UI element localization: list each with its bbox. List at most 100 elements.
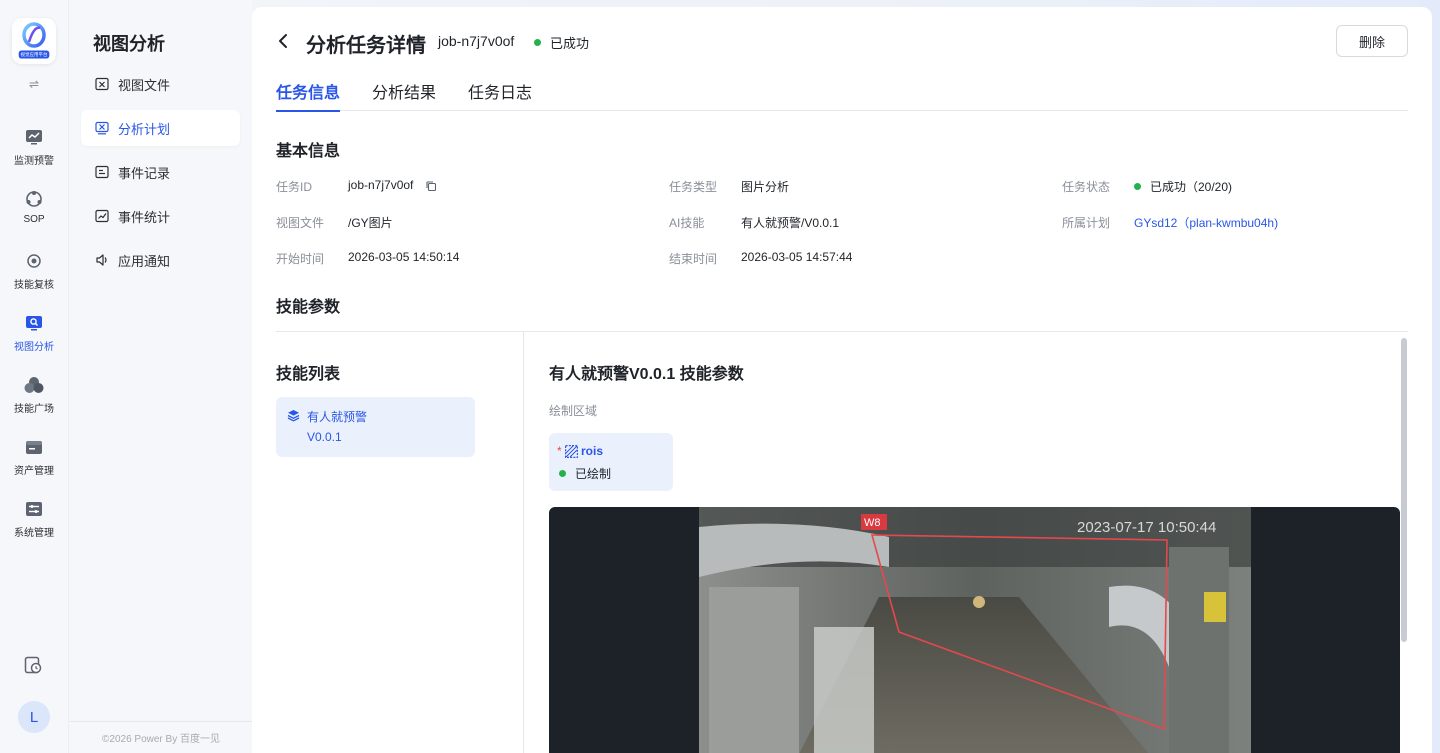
subnav-item-event-stats[interactable]: 事件统计 xyxy=(81,198,240,234)
skill-list-title: 技能列表 xyxy=(276,366,341,383)
ai-skill-label: AI技能 xyxy=(669,216,705,230)
task-type-value: 图片分析 xyxy=(741,180,790,194)
speaker-icon xyxy=(94,252,110,268)
success-dot-icon xyxy=(534,39,541,46)
start-time-label: 开始时间 xyxy=(276,252,325,266)
monitor-chart-icon xyxy=(24,127,44,147)
back-chevron-icon[interactable] xyxy=(276,31,292,51)
logo-text: 视觉应用平台 xyxy=(18,50,50,59)
roi-status-text: 已绘制 xyxy=(575,467,612,481)
rail-item-label: 技能复核 xyxy=(14,280,54,291)
draw-area-label: 绘制区域 xyxy=(549,404,598,418)
rail-item-label: 系统管理 xyxy=(14,528,54,539)
roi-name: rois xyxy=(581,444,604,458)
rail-item-asset[interactable]: 资产管理 xyxy=(0,437,68,477)
record-icon xyxy=(94,164,110,180)
task-status-value: 已成功（20/20) xyxy=(1134,178,1232,195)
subnav-title: 视图分析 xyxy=(93,34,165,54)
roi-card[interactable]: * rois 已绘制 xyxy=(549,433,673,491)
skill-name: 有人就预警 xyxy=(307,410,368,424)
roi-status: 已绘制 xyxy=(559,465,611,482)
asset-icon xyxy=(24,437,44,457)
rail-item-skill-plaza[interactable]: 技能广场 xyxy=(0,375,68,415)
logo-mark-icon xyxy=(22,22,46,48)
header-status: 已成功 xyxy=(534,33,589,52)
scrollbar-thumb[interactable] xyxy=(1401,338,1407,642)
rail-item-sop[interactable]: SOP xyxy=(0,189,68,225)
plan-icon xyxy=(94,120,110,136)
subnav-item-label: 事件统计 xyxy=(118,209,171,225)
skill-plaza-icon xyxy=(24,375,44,395)
subnav-item-app-notify[interactable]: 应用通知 xyxy=(81,242,240,278)
plan-label: 所属计划 xyxy=(1062,216,1111,230)
factory-scene-image: W8 2023-07-17 10:50:44 xyxy=(699,507,1251,753)
header-job-id: job-n7j7v0of xyxy=(438,33,515,49)
copyright-footer: ©2026 Power By 百度一见 xyxy=(69,721,253,753)
view-file-label: 视图文件 xyxy=(276,216,325,230)
tab-task-log[interactable]: 任务日志 xyxy=(468,79,532,111)
ai-skill-value: 有人就预警/V0.0.1 xyxy=(741,216,840,230)
rail-item-label: 技能广场 xyxy=(14,404,54,415)
subnav-item-analysis-plan[interactable]: 分析计划 xyxy=(81,110,240,146)
camera-tag: W8 xyxy=(864,517,881,529)
sop-icon xyxy=(24,189,44,209)
rail-item-view-analysis[interactable]: 视图分析 xyxy=(0,313,68,353)
subnav-item-label: 事件记录 xyxy=(118,165,171,181)
required-mark: * xyxy=(557,444,562,458)
rail-item-label: 监测预警 xyxy=(14,156,54,167)
subnav-item-view-files[interactable]: 视图文件 xyxy=(81,66,240,102)
switch-icon[interactable]: ⇌ xyxy=(27,78,41,90)
rail-item-monitor[interactable]: 监测预警 xyxy=(0,127,68,167)
delete-button[interactable]: 删除 xyxy=(1336,25,1408,57)
task-clock-icon[interactable] xyxy=(24,656,44,676)
tab-analysis-results[interactable]: 分析结果 xyxy=(372,79,436,111)
rail-item-label: SOP xyxy=(23,214,45,225)
rail-item-skill-review[interactable]: 技能复核 xyxy=(0,251,68,291)
subnav-item-label: 应用通知 xyxy=(118,253,171,269)
task-id-label: 任务ID xyxy=(276,180,313,194)
rail-item-system[interactable]: 系统管理 xyxy=(0,499,68,539)
roi-preview-image[interactable]: W8 2023-07-17 10:50:44 xyxy=(549,507,1400,753)
subnav-item-event-records[interactable]: 事件记录 xyxy=(81,154,240,190)
system-icon xyxy=(24,499,44,519)
start-time-value: 2026-03-05 14:50:14 xyxy=(348,250,460,264)
subnav-item-label: 分析计划 xyxy=(118,121,171,137)
app-logo[interactable]: 视觉应用平台 xyxy=(12,18,56,64)
task-status-text: 已成功（20/20) xyxy=(1150,180,1233,194)
success-dot-icon xyxy=(559,470,566,477)
view-analysis-icon xyxy=(24,313,44,333)
rail-item-label: 视图分析 xyxy=(14,342,54,353)
file-x-icon xyxy=(94,76,110,92)
task-id-value: job-n7j7v0of xyxy=(348,178,414,192)
skill-params-panel: 技能列表 有人就预警 V0.0.1 有人就预警V0.0.1 技能参数 绘制区域 … xyxy=(276,331,1408,753)
rail-item-label: 资产管理 xyxy=(14,466,54,477)
header-status-text: 已成功 xyxy=(550,36,590,51)
skill-detail-title: 有人就预警V0.0.1 技能参数 xyxy=(549,366,744,383)
skill-review-icon xyxy=(24,251,44,271)
hatched-area-icon xyxy=(565,445,579,459)
success-dot-icon xyxy=(1134,183,1141,190)
end-time-label: 结束时间 xyxy=(669,252,718,266)
skill-detail: 有人就预警V0.0.1 技能参数 绘制区域 * rois 已绘制 W8 2023… xyxy=(525,332,1408,753)
app-rail: 视觉应用平台 ⇌ 监测预警 SOP 技能复核 视图分析 技能广场 资产管理 系统… xyxy=(0,0,68,753)
subnav-item-label: 视图文件 xyxy=(118,77,171,93)
skill-version: V0.0.1 xyxy=(307,430,342,444)
task-status-label: 任务状态 xyxy=(1062,180,1111,194)
skill-params-title: 技能参数 xyxy=(276,299,341,316)
secondary-nav: 视图分析 视图文件 分析计划 事件记录 事件统计 应用通知 ©2026 Powe… xyxy=(68,0,253,753)
task-type-label: 任务类型 xyxy=(669,180,718,194)
tab-task-info[interactable]: 任务信息 xyxy=(276,79,341,112)
skill-list: 技能列表 有人就预警 V0.0.1 xyxy=(276,332,524,753)
avatar[interactable]: L xyxy=(18,701,50,733)
stats-icon xyxy=(94,208,110,224)
basic-info-title: 基本信息 xyxy=(276,143,341,160)
preview-timestamp: 2023-07-17 10:50:44 xyxy=(1077,519,1216,536)
scrollbar[interactable] xyxy=(1400,332,1408,753)
plan-link[interactable]: GYsd12（plan-kwmbu04h) xyxy=(1134,214,1278,231)
copy-icon[interactable] xyxy=(425,179,438,192)
main-content: 分析任务详情 job-n7j7v0of 已成功 删除 任务信息 分析结果 任务日… xyxy=(252,7,1432,753)
layers-icon xyxy=(287,409,300,422)
view-file-value: /GY图片 xyxy=(348,216,393,230)
skill-card[interactable]: 有人就预警 V0.0.1 xyxy=(276,397,475,457)
tab-bar: 任务信息 分析结果 任务日志 xyxy=(276,79,1408,112)
